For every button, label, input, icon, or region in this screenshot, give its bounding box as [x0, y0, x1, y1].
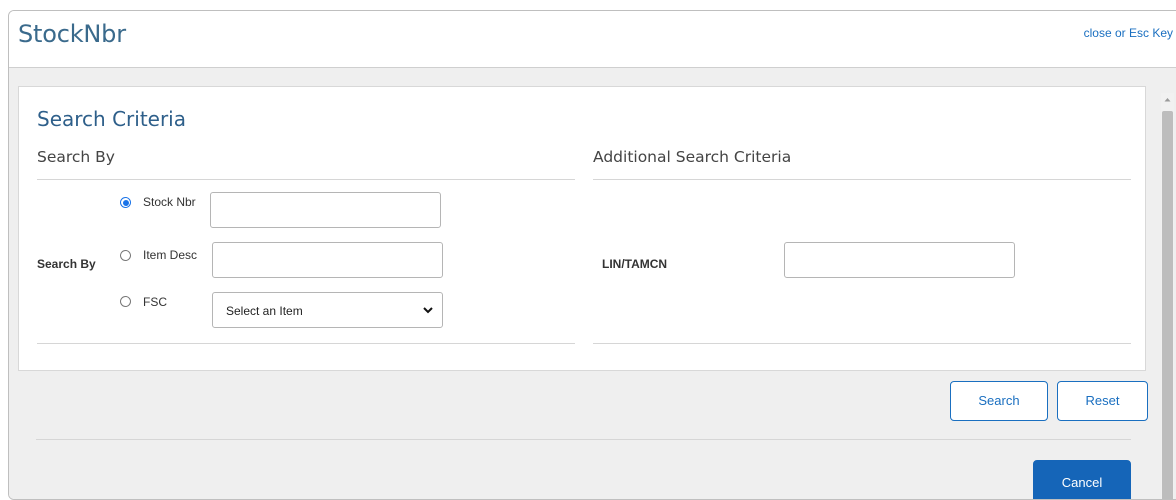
divider	[593, 179, 1131, 180]
scrollbar-thumb[interactable]	[1162, 111, 1173, 499]
lin-tamcn-input[interactable]	[784, 242, 1015, 278]
fsc-select-value: Select an Item	[226, 304, 303, 318]
item-desc-radio[interactable]	[120, 250, 131, 261]
chevron-down-icon	[423, 307, 433, 314]
scroll-up-arrow-icon[interactable]	[1161, 93, 1174, 107]
divider	[37, 179, 575, 180]
search-button[interactable]: Search	[950, 381, 1048, 421]
divider	[593, 343, 1131, 344]
stock-nbr-input[interactable]	[210, 192, 441, 228]
close-link[interactable]: close or Esc Key	[1084, 26, 1173, 40]
stock-nbr-label: Stock Nbr	[143, 195, 196, 209]
footer-divider	[36, 439, 1131, 440]
cancel-button[interactable]: Cancel	[1033, 460, 1131, 499]
modal-header: StockNbr	[9, 11, 1176, 68]
item-desc-label: Item Desc	[143, 248, 198, 262]
additional-criteria-heading: Additional Search Criteria	[593, 148, 792, 166]
fsc-select[interactable]: Select an Item	[212, 292, 443, 328]
search-by-heading: Search By	[37, 148, 115, 166]
divider	[37, 343, 575, 344]
fsc-label: FSC	[143, 295, 167, 309]
fsc-radio[interactable]	[120, 296, 131, 307]
item-desc-input[interactable]	[212, 242, 443, 278]
reset-button[interactable]: Reset	[1057, 381, 1148, 421]
search-criteria-panel: Search Criteria Search By Additional Sea…	[18, 86, 1146, 371]
stocknbr-modal: StockNbr Search Criteria Search By Addit…	[8, 10, 1176, 500]
modal-title: StockNbr	[18, 20, 126, 48]
lin-tamcn-label: LIN/TAMCN	[602, 257, 668, 271]
search-by-label: Search By	[37, 257, 96, 271]
scrollbar[interactable]	[1161, 93, 1174, 499]
search-criteria-title: Search Criteria	[37, 107, 186, 131]
stock-nbr-radio[interactable]	[120, 197, 131, 208]
modal-body: Search Criteria Search By Additional Sea…	[9, 68, 1176, 499]
